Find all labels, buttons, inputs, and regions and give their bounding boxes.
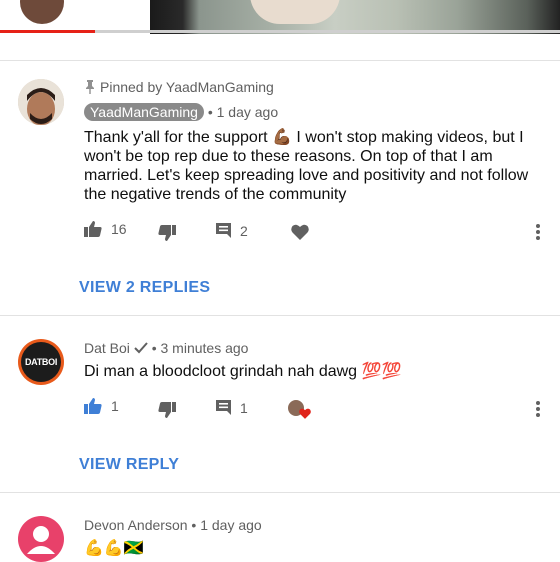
comment-text: Di man a bloodcloot grindah nah dawg 💯💯 [84,363,402,380]
pinned-label: Pinned by YaadManGaming [100,79,274,95]
reply-button[interactable]: 2 [215,222,248,239]
avatar[interactable] [18,79,64,125]
dislike-button[interactable] [158,402,176,418]
default-avatar-icon [27,526,55,554]
pinned-label-row: Pinned by YaadManGaming [84,79,274,95]
reply-icon [216,223,231,238]
like-count: 1 [111,398,119,414]
previous-comment-avatar[interactable] [20,0,64,24]
comment-time: 1 day ago [200,517,262,533]
reply-count: 2 [240,222,248,239]
thumbs-down-icon [158,225,176,241]
video-face [250,0,340,24]
view-reply-link[interactable]: VIEW REPLY [79,456,179,474]
reply-count: 1 [240,399,248,416]
comment-divider [0,315,560,316]
reply-icon [216,400,231,415]
video-strip[interactable] [0,0,560,34]
heart-icon [291,224,309,240]
avatar-image [18,79,64,125]
author-name[interactable]: Devon Anderson [84,517,188,533]
view-replies-link[interactable]: VIEW 2 REPLIES [79,279,210,297]
avatar-inner: DATBOI [21,342,61,382]
thumbs-up-icon [84,398,102,414]
video-thumbnail[interactable] [150,0,560,34]
avatar[interactable]: DATBOI [18,339,64,385]
thumbs-up-icon [84,221,102,237]
comment-meta: Dat Boi • 3 minutes ago [84,340,248,356]
like-count: 16 [111,221,127,237]
avatar[interactable] [18,516,64,562]
thumbs-down-icon [158,402,176,418]
like-button[interactable]: 16 [84,221,127,237]
more-vert-icon [532,224,544,240]
comment-time: 1 day ago [216,104,279,120]
comment-text: 💪💪🇯🇲 [84,540,144,557]
avatar-text: DATBOI [24,357,58,367]
author-name[interactable]: Dat Boi [84,340,130,356]
more-options-button[interactable] [532,399,544,419]
more-vert-icon [532,401,544,417]
comment-time: 3 minutes ago [160,340,249,356]
dislike-button[interactable] [158,225,176,241]
video-progress-bar[interactable] [0,30,560,33]
comment-meta: YaadManGaming • 1 day ago [84,103,278,121]
like-button[interactable]: 1 [84,398,119,414]
meta-separator: • [151,340,157,356]
comment-meta: Devon Anderson • 1 day ago [84,517,262,533]
meta-separator: • [207,104,213,120]
heart-button[interactable] [291,224,309,240]
author-chip[interactable]: YaadManGaming [84,103,204,121]
reply-button[interactable]: 1 [215,399,248,416]
verified-check-icon [134,342,148,354]
meta-separator: • [191,517,197,533]
more-options-button[interactable] [532,222,544,242]
pin-icon [86,80,94,94]
video-progress-played [0,30,95,33]
creator-heart-badge [288,400,314,422]
comment-divider [0,60,560,61]
heart-icon [299,408,311,419]
comment-divider [0,492,560,493]
comment-text: Thank y'all for the support 💪🏾 I won't s… [84,129,529,203]
